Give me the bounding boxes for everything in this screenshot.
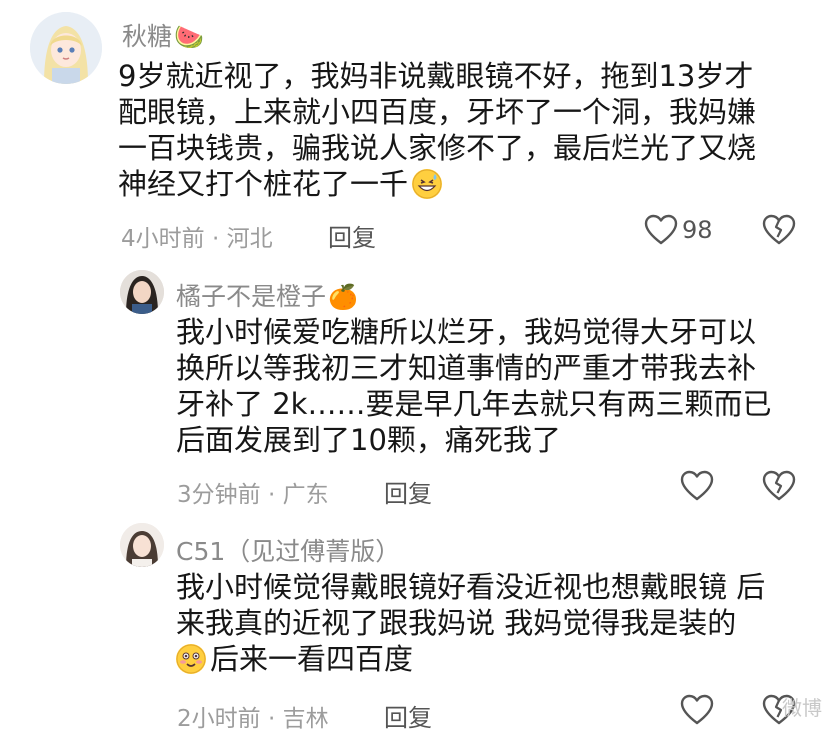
watermark: 微博 [782,696,822,720]
reply-button[interactable]: 回复 [384,698,432,733]
comment-line: 来我真的近视了跟我妈说 我妈觉得我是装的 [176,606,737,640]
heart-icon [680,694,714,725]
blushing-smile-face-icon [176,644,206,674]
comment-line: 配眼镜，上来就小四百度，牙坏了一个洞，我妈嫌 [118,95,757,129]
reply-button[interactable]: 回复 [328,218,376,253]
person-avatar-icon [120,523,164,567]
like-button[interactable] [680,694,718,726]
dislike-button[interactable] [762,470,796,502]
dislike-button[interactable] [762,214,796,246]
time-location: 4小时前 · 河北 [121,226,273,252]
avatar[interactable] [30,12,102,84]
avatar[interactable] [120,270,164,314]
anime-avatar-icon [30,12,102,84]
time-location: 2小时前 · 吉林 [177,706,329,732]
username[interactable]: C51（见过傅菁版） [176,532,400,568]
comment-line-last: 神经又打个桩花了一千 [118,166,756,202]
like-button[interactable]: 98 [644,214,713,246]
comment-text: 我小时候爱吃糖所以烂牙，我妈觉得大牙可以 换所以等我初三才知道事情的严重才带我去… [176,314,771,458]
comment-text: 我小时候觉得戴眼镜好看没近视也想戴眼镜 后 来我真的近视了跟我妈说 我妈觉得我是… [176,569,765,677]
time-location: 3分钟前 · 广东 [177,482,329,508]
comment-line: 后面发展到了10颗，痛死我了 [176,423,561,457]
comment-text: 9岁就近视了，我妈非说戴眼镜不好，拖到13岁才 配眼镜，上来就小四百度，牙坏了一… [118,58,756,202]
comment-line: 一百块钱贵，骗我说人家修不了，最后烂光了又烧 [118,131,757,165]
comment-line: 换所以等我初三才知道事情的严重才带我去补 [176,351,757,385]
tangerine-icon: 🍊 [328,283,358,311]
comment-line: 我小时候觉得戴眼镜好看没近视也想戴眼镜 后 [176,570,766,604]
comment-line-last: 后来一看四百度 [176,641,765,677]
broken-heart-icon [762,470,796,501]
username-text[interactable]: 秋糖 [122,22,172,51]
avatar[interactable] [120,523,164,567]
watermelon-icon: 🍉 [174,23,204,51]
reply-button[interactable]: 回复 [384,474,432,509]
grinning-sweat-face-icon [412,169,443,199]
username[interactable]: 橘子不是橙子🍊 [176,277,358,313]
comment-line: 9岁就近视了，我妈非说戴眼镜不好，拖到13岁才 [118,59,754,93]
broken-heart-icon [762,214,796,245]
like-count: 98 [682,216,713,244]
username-text[interactable]: 橘子不是橙子 [176,282,326,311]
heart-icon [644,214,678,245]
username[interactable]: 秋糖🍉 [122,17,204,53]
like-button[interactable] [680,470,718,502]
comment-line: 牙补了 2k……要是早几年去就只有两三颗而已 [176,387,772,421]
person-avatar-icon [120,270,164,314]
comment-line: 我小时候爱吃糖所以烂牙，我妈觉得大牙可以 [176,315,757,349]
heart-icon [680,470,714,501]
username-text[interactable]: C51（见过傅菁版） [176,537,400,566]
